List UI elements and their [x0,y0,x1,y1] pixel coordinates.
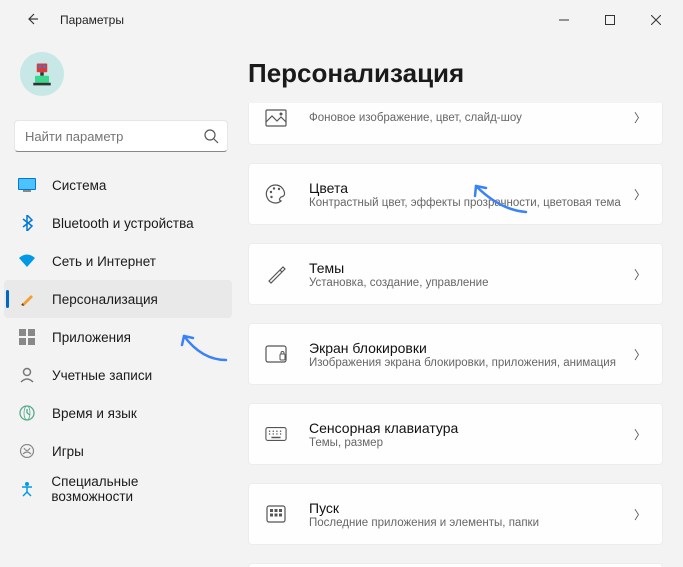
nav-label: Система [52,178,106,193]
nav-list: Система Bluetooth и устройства Сеть и Ин… [0,166,240,508]
nav-label: Специальные возможности [51,474,218,504]
card-sub: Фоновое изображение, цвет, слайд-шоу [309,112,634,124]
chevron-right-icon: 〉 [634,266,646,283]
titlebar: Параметры [0,0,683,40]
chevron-right-icon: 〉 [634,186,646,203]
maximize-button[interactable] [587,4,633,36]
chevron-right-icon: 〉 [634,109,646,126]
window-title: Параметры [60,13,124,27]
card-title: Экран блокировки [309,340,634,356]
system-icon [18,176,36,194]
card-title: Темы [309,260,634,276]
nav-item-system[interactable]: Система [4,166,232,204]
chevron-right-icon: 〉 [634,426,646,443]
main-content: Персонализация Фоновое изображение, цвет… [248,44,677,567]
paintbrush-icon [18,290,36,308]
nav-label: Bluetooth и устройства [52,216,194,231]
palette-icon [265,184,287,204]
chevron-right-icon: 〉 [634,506,646,523]
card-background[interactable]: Фоновое изображение, цвет, слайд-шоу 〉 [248,103,663,145]
nav-label: Персонализация [52,292,158,307]
card-sub: Установка, создание, управление [309,277,634,289]
image-icon [265,109,287,127]
nav-label: Сеть и Интернет [52,254,156,269]
card-lockscreen[interactable]: Экран блокировки Изображения экрана блок… [248,323,663,385]
gaming-icon [18,442,36,460]
apps-icon [18,328,36,346]
sidebar: Система Bluetooth и устройства Сеть и Ин… [0,40,240,508]
card-sub: Изображения экрана блокировки, приложени… [309,357,634,369]
nav-item-bluetooth[interactable]: Bluetooth и устройства [4,204,232,242]
start-icon [265,505,287,523]
lockscreen-icon [265,345,287,363]
nav-item-time-language[interactable]: Время и язык [4,394,232,432]
card-sub: Последние приложения и элементы, папки [309,517,634,529]
card-title: Сенсорная клавиатура [309,420,634,436]
nav-item-network[interactable]: Сеть и Интернет [4,242,232,280]
nav-label: Приложения [52,330,131,345]
search-icon [203,128,219,149]
card-title: Цвета [309,180,634,196]
card-sub: Контрастный цвет, эффекты прозрачности, … [309,197,634,209]
pen-icon [265,264,287,284]
card-themes[interactable]: Темы Установка, создание, управление 〉 [248,243,663,305]
close-button[interactable] [633,4,679,36]
nav-item-gaming[interactable]: Игры [4,432,232,470]
card-title: Пуск [309,500,634,516]
back-button[interactable] [20,12,44,29]
page-title: Персонализация [248,44,677,103]
wifi-icon [18,252,36,270]
nav-label: Учетные записи [52,368,152,383]
keyboard-icon [265,426,287,442]
card-taskbar[interactable]: Панель задач Поведение панели задач, ПИН… [248,563,663,567]
globe-clock-icon [18,404,36,422]
nav-label: Игры [52,444,84,459]
search-input[interactable] [15,121,227,151]
card-sub: Темы, размер [309,437,634,449]
card-colors[interactable]: Цвета Контрастный цвет, эффекты прозрачн… [248,163,663,225]
chevron-right-icon: 〉 [634,346,646,363]
search-box[interactable] [14,120,228,152]
minimize-button[interactable] [541,4,587,36]
nav-label: Время и язык [52,406,137,421]
nav-item-apps[interactable]: Приложения [4,318,232,356]
card-touch-keyboard[interactable]: Сенсорная клавиатура Темы, размер 〉 [248,403,663,465]
nav-item-accounts[interactable]: Учетные записи [4,356,232,394]
nav-item-personalization[interactable]: Персонализация [4,280,232,318]
person-icon [18,366,36,384]
bluetooth-icon [18,214,36,232]
accessibility-icon [18,480,35,498]
avatar[interactable] [20,52,64,96]
nav-item-accessibility[interactable]: Специальные возможности [4,470,232,508]
card-start[interactable]: Пуск Последние приложения и элементы, па… [248,483,663,545]
